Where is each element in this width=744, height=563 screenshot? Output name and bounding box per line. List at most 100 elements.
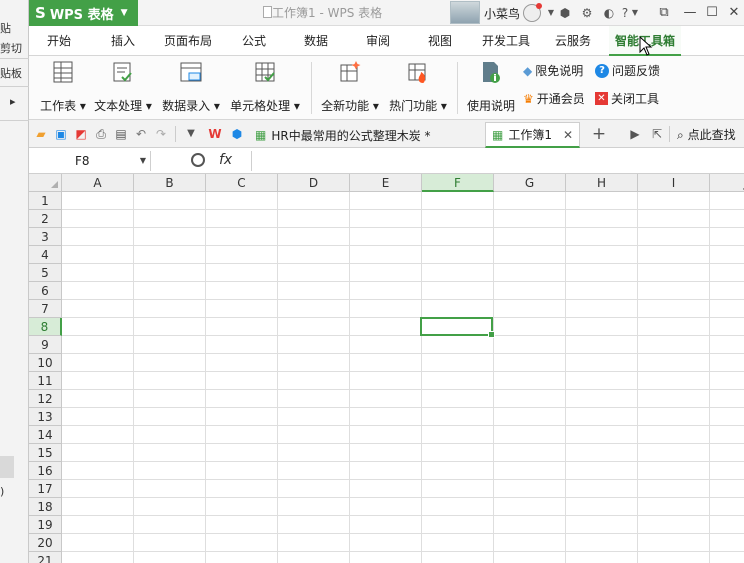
chevron-down-icon[interactable]: ▼ — [183, 126, 199, 142]
skin-icon[interactable]: ◐ — [601, 5, 617, 21]
tab-hr-formulas[interactable]: ▦ HR中最常用的公式整理木炭 * — [249, 122, 437, 148]
column-header[interactable]: E — [350, 174, 422, 192]
row-header[interactable]: 20 — [29, 534, 62, 552]
worksheet-button[interactable]: 工作表 ▾ — [37, 60, 89, 114]
tab-cloud-services[interactable]: 云服务 — [555, 26, 591, 56]
column-header[interactable]: I — [638, 174, 710, 192]
disclaimer-label: 限免说明 — [535, 64, 584, 78]
column-header[interactable]: B — [134, 174, 206, 192]
cell-area[interactable] — [62, 192, 744, 563]
ribbon: 工作表 ▾ 文本处理 ▾ 数据录入 ▾ 单元格处理 ▾ 全新功能 ▾ 热门功能 … — [29, 56, 744, 120]
row-header[interactable]: 11 — [29, 372, 62, 390]
all-new-features-button[interactable]: 全新功能 ▾ — [319, 60, 381, 114]
tab-developer[interactable]: 开发工具 — [482, 26, 530, 56]
tab-list-icon[interactable]: ▶ — [627, 126, 643, 142]
toolbar-divider — [669, 126, 670, 142]
column-header[interactable]: A — [62, 174, 134, 192]
row-header[interactable]: 15 — [29, 444, 62, 462]
feedback-link[interactable]: ? 问题反馈 — [595, 62, 660, 79]
name-box-value: F8 — [75, 154, 90, 168]
tab-insert[interactable]: 插入 — [111, 26, 135, 56]
crown-icon: ♛ — [523, 91, 534, 106]
column-header[interactable]: D — [278, 174, 350, 192]
row-header-selected[interactable]: 8 — [29, 318, 62, 336]
row-header[interactable]: 6 — [29, 282, 62, 300]
print-preview-icon[interactable]: ▤ — [113, 126, 129, 142]
username[interactable]: 小菜鸟 — [484, 5, 520, 22]
chevron-down-icon: ▾ — [369, 99, 379, 113]
cube-icon[interactable]: ⬢ — [229, 126, 245, 142]
disclaimer-link[interactable]: ◆ 限免说明 — [523, 62, 583, 79]
row-header[interactable]: 2 — [29, 210, 62, 228]
row-header[interactable]: 3 — [29, 228, 62, 246]
column-header[interactable]: J — [710, 174, 744, 192]
usage-guide-button[interactable]: 使用说明 — [465, 60, 517, 114]
cell-processing-button[interactable]: 单元格处理 ▾ — [229, 60, 301, 114]
undo-icon[interactable]: ↶ — [133, 126, 149, 142]
print-icon[interactable]: ⎙ — [93, 126, 109, 142]
row-header[interactable]: 12 — [29, 390, 62, 408]
insert-function-button[interactable]: fx — [219, 152, 232, 168]
save-icon[interactable]: ▣ — [53, 126, 69, 142]
behind-divider — [0, 58, 29, 59]
wps-w-icon[interactable]: W — [207, 126, 223, 142]
tab-review[interactable]: 审阅 — [366, 26, 390, 56]
row-header[interactable]: 13 — [29, 408, 62, 426]
row-header[interactable]: 1 — [29, 192, 62, 210]
text-processing-button[interactable]: 文本处理 ▾ — [93, 60, 153, 114]
row-header[interactable]: 5 — [29, 264, 62, 282]
row-header[interactable]: 10 — [29, 354, 62, 372]
row-header[interactable]: 16 — [29, 462, 62, 480]
name-box[interactable]: F8 ▼ — [29, 151, 151, 171]
tab-workbook1[interactable]: ▦ 工作簿1 ✕ — [485, 122, 581, 148]
row-header[interactable]: 4 — [29, 246, 62, 264]
row-header[interactable]: 14 — [29, 426, 62, 444]
close-tools-link[interactable]: ✕ 关闭工具 — [595, 90, 659, 107]
open-folder-icon[interactable]: ▰ — [33, 126, 49, 142]
app-menu-button[interactable]: S WPS 表格 ▼ — [29, 0, 138, 26]
row-header[interactable]: 7 — [29, 300, 62, 318]
restore-tab-icon[interactable]: ⧉ — [653, 2, 675, 24]
zoom-search-icon[interactable] — [191, 153, 205, 167]
chevron-down-icon[interactable]: ▼ — [627, 5, 643, 21]
close-tools-label: 关闭工具 — [611, 92, 660, 106]
avatar[interactable] — [523, 3, 542, 22]
spreadsheet-grid: A B C D E F G H I J 1 2 3 4 5 6 7 8 9 10… — [29, 174, 744, 563]
tab-page-layout[interactable]: 页面布局 — [164, 26, 212, 56]
new-tab-button[interactable]: + — [591, 126, 607, 143]
row-header[interactable]: 9 — [29, 336, 62, 354]
export-pdf-icon[interactable]: ◩ — [73, 126, 89, 142]
formula-input[interactable] — [251, 151, 744, 171]
switch-window-icon[interactable]: ⇱ — [649, 126, 665, 142]
tab-data[interactable]: 数据 — [304, 26, 328, 56]
redo-icon[interactable]: ↷ — [153, 126, 169, 142]
cell-processing-label: 单元格处理 — [230, 99, 291, 113]
maximize-button[interactable]: ☐ — [701, 2, 723, 24]
column-header-selected[interactable]: F — [422, 174, 494, 192]
column-header[interactable]: C — [206, 174, 278, 192]
tab-formulas[interactable]: 公式 — [242, 26, 266, 56]
tab-view[interactable]: 视图 — [428, 26, 452, 56]
active-cell-f8[interactable] — [420, 317, 495, 338]
hot-features-button[interactable]: 热门功能 ▾ — [387, 60, 449, 114]
close-tab-icon[interactable]: ✕ — [563, 128, 573, 142]
row-header[interactable]: 21 — [29, 552, 62, 563]
tab-home[interactable]: 开始 — [47, 26, 71, 56]
shield-icon[interactable]: ⬢ — [557, 5, 573, 21]
select-all-corner[interactable] — [29, 174, 62, 192]
chevron-down-icon: ▾ — [142, 99, 152, 113]
row-header[interactable]: 18 — [29, 498, 62, 516]
skin-thumbnail[interactable] — [450, 1, 480, 24]
row-header[interactable]: 19 — [29, 516, 62, 534]
data-entry-button[interactable]: 数据录入 ▾ — [161, 60, 221, 114]
search-box[interactable]: ⌕ 点此查找 — [677, 126, 736, 143]
column-header[interactable]: H — [566, 174, 638, 192]
column-header[interactable]: G — [494, 174, 566, 192]
close-button[interactable]: ✕ — [723, 2, 744, 24]
chevron-down-icon[interactable]: ▼ — [140, 151, 146, 171]
row-header[interactable]: 17 — [29, 480, 62, 498]
open-membership-link[interactable]: ♛ 开通会员 — [523, 90, 585, 107]
minimize-button[interactable]: — — [679, 2, 701, 24]
behind-text-cut: 剪切 — [0, 42, 22, 55]
gear-icon[interactable]: ⚙ — [579, 5, 595, 21]
